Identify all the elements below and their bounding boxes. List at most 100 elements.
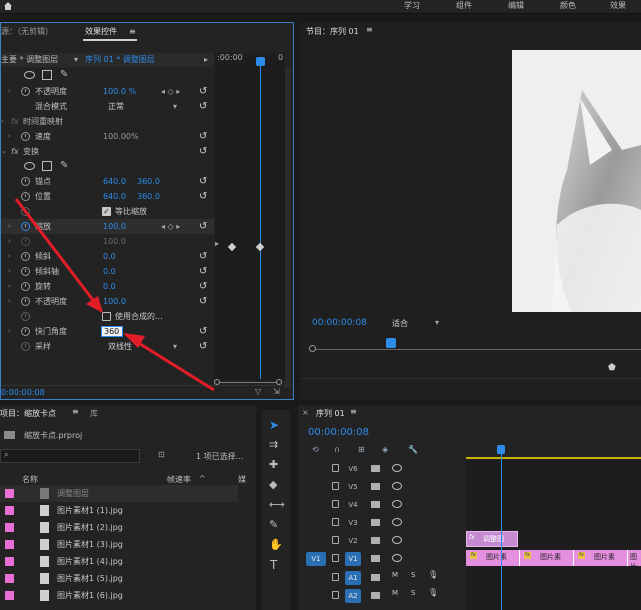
eye-icon[interactable] bbox=[392, 464, 402, 472]
type-tool-icon[interactable]: T bbox=[270, 558, 277, 572]
project-search-input[interactable] bbox=[0, 449, 140, 463]
solo-button[interactable]: S bbox=[411, 589, 415, 597]
lock-icon[interactable] bbox=[332, 536, 339, 544]
scale-value[interactable]: 100.0 bbox=[103, 219, 126, 234]
snap-icon[interactable]: ∩ bbox=[334, 445, 340, 454]
stopwatch-icon[interactable] bbox=[21, 327, 30, 336]
menu-item-learn[interactable]: 学习 bbox=[404, 0, 420, 11]
rectangle-mask-icon[interactable] bbox=[42, 70, 52, 80]
track-name[interactable]: A2 bbox=[345, 589, 361, 603]
sync-lock-icon[interactable] bbox=[371, 537, 380, 544]
stopwatch-icon[interactable] bbox=[21, 267, 30, 276]
ellipse-mask-icon[interactable] bbox=[24, 71, 35, 79]
uniform-scale-checkbox[interactable]: ✓ bbox=[102, 207, 111, 216]
sampling-select[interactable]: 双线性 bbox=[108, 339, 132, 354]
add-marker-icon[interactable]: ◈ bbox=[382, 445, 388, 454]
reset-icon[interactable]: ↺ bbox=[199, 326, 210, 337]
timeline-ruler[interactable] bbox=[466, 445, 641, 459]
eye-icon[interactable] bbox=[392, 554, 402, 562]
razor-tool-icon[interactable]: ◆ bbox=[269, 478, 277, 491]
dropdown-arrow-icon[interactable]: ▾ bbox=[435, 318, 439, 327]
dropdown-arrow-icon[interactable]: ▾ bbox=[173, 339, 177, 354]
program-scrubber[interactable] bbox=[312, 349, 641, 350]
timeline-timecode[interactable]: 00:00:00:08 bbox=[308, 427, 369, 438]
expand-arrow-icon[interactable]: › bbox=[8, 249, 11, 264]
ripple-edit-tool-icon[interactable]: ✚ bbox=[269, 458, 278, 471]
timeline-title[interactable]: 序列 01 bbox=[316, 408, 345, 419]
reset-icon[interactable]: ↺ bbox=[199, 101, 210, 112]
list-item[interactable]: 图片素材1 (1).jpg bbox=[0, 502, 238, 519]
column-framerate[interactable]: 帧速率 bbox=[167, 474, 191, 485]
ellipse-mask-icon[interactable] bbox=[24, 162, 35, 170]
list-item[interactable]: 图片素材1 (6).jpg bbox=[0, 587, 238, 604]
stopwatch-icon[interactable] bbox=[21, 132, 30, 141]
stopwatch-icon[interactable] bbox=[21, 87, 30, 96]
list-item[interactable]: 图片素材1 (2).jpg bbox=[0, 519, 238, 536]
transform-opacity-value[interactable]: 100.0 bbox=[103, 294, 126, 309]
zoom-handle-right[interactable] bbox=[276, 379, 282, 385]
track-name[interactable]: V4 bbox=[345, 498, 361, 512]
timeline-clip[interactable]: 图片素材 bbox=[628, 550, 641, 566]
timeline-clip[interactable]: fx 图片素 bbox=[520, 550, 574, 566]
keyframe-nav-icon[interactable]: ◂ ◇ ▸ bbox=[161, 84, 180, 99]
column-name[interactable]: 名称 bbox=[22, 474, 38, 485]
track-name[interactable]: A1 bbox=[345, 571, 361, 585]
pen-mask-icon[interactable]: ✎ bbox=[60, 69, 68, 81]
reset-icon[interactable]: ↺ bbox=[199, 281, 210, 292]
reset-icon[interactable]: ↺ bbox=[199, 341, 210, 352]
home-icon[interactable] bbox=[3, 1, 13, 11]
expand-arrow-icon[interactable]: › bbox=[8, 294, 11, 309]
dropdown-arrow-icon[interactable]: ▾ bbox=[74, 53, 78, 67]
keyframe-nav-icon[interactable]: ◂ ◇ ▸ bbox=[161, 219, 180, 234]
ec-bottom-timecode[interactable]: 0:00:00:08 bbox=[1, 388, 45, 397]
dropdown-arrow-icon[interactable]: ▾ bbox=[173, 99, 177, 114]
list-item[interactable]: 图片素材1 (5).jpg bbox=[0, 570, 238, 587]
list-item[interactable]: 图片素材1 (3).jpg bbox=[0, 536, 238, 553]
reset-icon[interactable]: ↺ bbox=[199, 146, 210, 157]
master-clip-label[interactable]: 主要 * 调整图层 bbox=[1, 53, 58, 67]
track-select-tool-icon[interactable]: ⇉ bbox=[269, 438, 278, 451]
list-item[interactable]: 图片素材1 (4).jpg bbox=[0, 553, 238, 570]
menu-item-color[interactable]: 颜色 bbox=[560, 0, 576, 11]
selection-tool-icon[interactable]: ➤ bbox=[269, 418, 279, 432]
anchor-y-value[interactable]: 360.0 bbox=[137, 174, 160, 189]
keyframe-diamond[interactable] bbox=[227, 242, 237, 252]
sync-lock-icon[interactable] bbox=[371, 483, 380, 490]
stopwatch-icon[interactable] bbox=[21, 177, 30, 186]
reset-icon[interactable]: ↺ bbox=[199, 221, 210, 232]
skew-axis-value[interactable]: 0.0 bbox=[103, 264, 116, 279]
tab-source[interactable]: 源：（无剪辑） bbox=[1, 23, 53, 41]
new-bin-icon[interactable]: ⊡ bbox=[158, 450, 165, 459]
timeline-clip[interactable]: fx 图片素 bbox=[466, 550, 520, 566]
reset-icon[interactable]: ↺ bbox=[199, 86, 210, 97]
lock-icon[interactable] bbox=[332, 464, 339, 472]
reset-icon[interactable]: ↺ bbox=[199, 131, 210, 142]
stopwatch-icon[interactable] bbox=[21, 282, 30, 291]
mic-icon[interactable]: 🎙 bbox=[428, 588, 438, 597]
program-playhead[interactable] bbox=[386, 338, 396, 348]
eye-icon[interactable] bbox=[392, 518, 402, 526]
project-menu-icon[interactable]: ≡ bbox=[72, 407, 79, 416]
expand-arrow-icon[interactable]: › bbox=[1, 114, 4, 129]
speed-value[interactable]: 100.00% bbox=[103, 129, 139, 144]
nest-icon[interactable]: ⟲ bbox=[312, 445, 319, 454]
program-menu-icon[interactable]: ≡ bbox=[366, 25, 373, 34]
lock-icon[interactable] bbox=[332, 500, 339, 508]
menu-item-effects[interactable]: 效果 bbox=[610, 0, 626, 11]
slip-tool-icon[interactable]: ⟷ bbox=[269, 498, 285, 511]
stopwatch-icon[interactable] bbox=[21, 222, 30, 231]
keyframe-diamond[interactable] bbox=[255, 242, 265, 252]
filter-icon[interactable]: ▽ bbox=[255, 387, 261, 396]
expand-arrow-icon[interactable]: › bbox=[8, 84, 11, 99]
reset-icon[interactable]: ↺ bbox=[199, 176, 210, 187]
linked-select-icon[interactable]: ⊞ bbox=[358, 445, 365, 454]
blend-mode-select[interactable]: 正常 bbox=[108, 99, 124, 114]
stopwatch-icon[interactable] bbox=[21, 297, 30, 306]
eye-icon[interactable] bbox=[392, 482, 402, 490]
settings-wrench-icon[interactable]: 🔧 bbox=[408, 445, 418, 454]
solo-button[interactable]: S bbox=[411, 571, 415, 579]
timeline-menu-icon[interactable]: ≡ bbox=[350, 407, 357, 416]
skew-value[interactable]: 0.0 bbox=[103, 249, 116, 264]
stopwatch-icon[interactable] bbox=[21, 252, 30, 261]
track-name[interactable]: V1 bbox=[345, 552, 361, 566]
